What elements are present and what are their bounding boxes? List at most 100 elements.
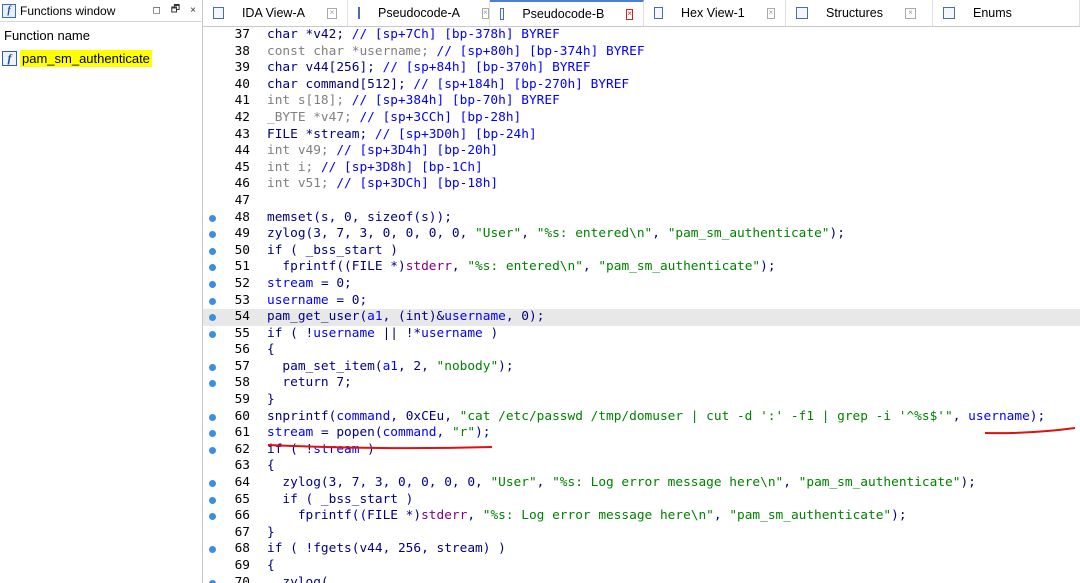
code-token: a1 bbox=[382, 358, 398, 374]
code-token: "pam_sm_authenticate" bbox=[729, 508, 892, 524]
code-token: // [sp+3DCh] [bp-18h] bbox=[336, 176, 499, 192]
code-line[interactable]: 66 fprintf((FILE *)stderr, "%s: Log erro… bbox=[203, 508, 1080, 525]
code-token: return 7; bbox=[267, 375, 352, 391]
tab-hex-view-1[interactable]: Hex View-1 × bbox=[644, 0, 786, 26]
close-window-icon[interactable]: × bbox=[190, 5, 196, 16]
code-line[interactable]: 54 pam_get_user(a1, (int)&username, 0); bbox=[203, 309, 1080, 326]
close-tab-icon[interactable]: × bbox=[482, 7, 489, 19]
code-token: fprintf((FILE *) bbox=[267, 508, 422, 524]
line-number: 39 bbox=[234, 60, 250, 76]
code-line[interactable]: 70 zylog( bbox=[203, 575, 1080, 583]
breakpoint-dot-icon[interactable] bbox=[209, 513, 216, 521]
code-text: int v51; // [sp+3DCh] [bp-18h] bbox=[267, 176, 498, 193]
tab-label: Pseudocode-A bbox=[378, 6, 461, 20]
code-line[interactable]: 49 zylog(3, 7, 3, 0, 0, 0, 0, "User", "%s… bbox=[203, 226, 1080, 243]
breakpoint-dot-icon[interactable] bbox=[209, 247, 216, 255]
code-line[interactable]: 38 const char *username; // [sp+80h] [bp-… bbox=[203, 44, 1080, 61]
close-tab-icon[interactable]: × bbox=[326, 7, 337, 19]
code-line[interactable]: 63 { bbox=[203, 458, 1080, 475]
code-text: fprintf((FILE *)stderr, "%s: entered\n",… bbox=[267, 259, 775, 276]
restore-window-icon[interactable]: 🗗 bbox=[171, 2, 180, 19]
code-token: command bbox=[336, 408, 391, 424]
code-token: stderr bbox=[405, 259, 452, 275]
code-line[interactable]: 61 stream = popen(command, "r"); bbox=[203, 425, 1080, 442]
breakpoint-dot-icon[interactable] bbox=[209, 330, 216, 338]
code-line[interactable]: 69 { bbox=[203, 558, 1080, 575]
code-line[interactable]: 62 if ( !stream ) bbox=[203, 442, 1080, 459]
code-line[interactable]: 45 int i; // [sp+3D8h] [bp-1Ch] bbox=[203, 160, 1080, 177]
close-tab-icon[interactable]: × bbox=[904, 7, 916, 19]
code-token: ); bbox=[475, 425, 491, 441]
tab-pseudocode-b[interactable]: Pseudocode-B × bbox=[490, 0, 644, 26]
code-line[interactable]: 68 if ( !fgets(v44, 256, stream) ) bbox=[203, 541, 1080, 558]
code-token: int v51; bbox=[267, 176, 337, 192]
code-line[interactable]: 65 if ( _bss_start ) bbox=[203, 492, 1080, 509]
code-line[interactable]: 37 char *v42; // [sp+7Ch] [bp-378h] BYREF bbox=[203, 27, 1080, 44]
breakpoint-dot-icon[interactable] bbox=[209, 231, 216, 239]
float-window-icon[interactable]: ◻ bbox=[152, 5, 160, 16]
code-line[interactable]: 46 int v51; // [sp+3DCh] [bp-18h] bbox=[203, 176, 1080, 193]
breakpoint-dot-icon[interactable] bbox=[209, 496, 216, 504]
pseudocode-view[interactable]: 37 char *v42; // [sp+7Ch] [bp-378h] BYREF… bbox=[203, 27, 1080, 583]
code-line[interactable]: 41 int s[18]; // [sp+384h] [bp-70h] BYREF bbox=[203, 93, 1080, 110]
breakpoint-dot-icon[interactable] bbox=[209, 446, 216, 454]
code-line[interactable]: 55 if ( !username || !*username ) bbox=[203, 326, 1080, 343]
tab-enums[interactable]: Enums bbox=[933, 0, 1080, 26]
code-token: { bbox=[267, 558, 275, 573]
breakpoint-dot-icon[interactable] bbox=[209, 430, 216, 438]
breakpoint-dot-icon[interactable] bbox=[209, 214, 216, 222]
tab-structures[interactable]: Structures × bbox=[786, 0, 933, 26]
code-token: } bbox=[267, 524, 275, 540]
breakpoint-dot-icon[interactable] bbox=[209, 264, 216, 272]
code-token: ) bbox=[482, 325, 499, 341]
code-line[interactable]: 40 char command[512]; // [sp+184h] [bp-27… bbox=[203, 77, 1080, 94]
code-token: FILE *stream; bbox=[267, 126, 375, 142]
code-token: , 0); bbox=[505, 309, 545, 325]
code-line[interactable]: 57 pam_set_item(a1, 2, "nobody"); bbox=[203, 359, 1080, 376]
close-tab-icon[interactable]: × bbox=[766, 7, 775, 19]
breakpoint-dot-icon[interactable] bbox=[209, 413, 216, 421]
line-number: 61 bbox=[234, 425, 250, 441]
code-token: stream bbox=[267, 425, 314, 441]
line-number: 49 bbox=[234, 226, 250, 242]
breakpoint-dot-icon[interactable] bbox=[209, 363, 216, 371]
line-number: 58 bbox=[234, 375, 250, 391]
breakpoint-dot-icon[interactable] bbox=[209, 280, 216, 288]
breakpoint-dot-icon[interactable] bbox=[209, 314, 216, 322]
line-number: 45 bbox=[234, 159, 250, 175]
breakpoint-dot-icon[interactable] bbox=[209, 380, 216, 388]
code-line[interactable]: 58 return 7; bbox=[203, 375, 1080, 392]
breakpoint-dot-icon[interactable] bbox=[209, 579, 216, 583]
code-line[interactable]: 56 { bbox=[203, 342, 1080, 359]
code-line[interactable]: 64 zylog(3, 7, 3, 0, 0, 0, 0, "User", "%… bbox=[203, 475, 1080, 492]
code-line[interactable]: 50 if ( _bss_start ) bbox=[203, 243, 1080, 260]
code-line[interactable]: 44 int v49; // [sp+3D4h] [bp-20h] bbox=[203, 143, 1080, 160]
pseudocode-icon bbox=[500, 8, 505, 20]
tab-ida-view-a[interactable]: IDA View-A × bbox=[203, 0, 348, 26]
breakpoint-dot-icon[interactable] bbox=[209, 546, 216, 554]
function-name-column-header[interactable]: Function name bbox=[0, 22, 202, 47]
code-line[interactable]: 39 char v44[256]; // [sp+84h] [bp-370h] B… bbox=[203, 60, 1080, 77]
code-line[interactable]: 52 stream = 0; bbox=[203, 276, 1080, 293]
breakpoint-dot-icon[interactable] bbox=[209, 297, 216, 305]
breakpoint-dot-icon[interactable] bbox=[209, 480, 216, 488]
code-line[interactable]: 67} bbox=[203, 525, 1080, 542]
close-tab-icon[interactable]: × bbox=[626, 8, 633, 20]
code-line[interactable]: 48 memset(s, 0, sizeof(s)); bbox=[203, 210, 1080, 227]
code-line[interactable]: 43 FILE *stream; // [sp+3D0h] [bp-24h] bbox=[203, 127, 1080, 144]
code-token: zylog( bbox=[267, 574, 329, 583]
code-line[interactable]: 60 snprintf(command, 0xCEu, "cat /etc/pas… bbox=[203, 409, 1080, 426]
code-line[interactable]: 59} bbox=[203, 392, 1080, 409]
function-list-item[interactable]: f pam_sm_authenticate bbox=[0, 47, 202, 67]
code-line[interactable]: 42 _BYTE *v47; // [sp+3CCh] [bp-28h] bbox=[203, 110, 1080, 127]
tab-label: Enums bbox=[973, 6, 1012, 20]
code-token: = 0; bbox=[313, 275, 352, 291]
code-text: int i; // [sp+3D8h] [bp-1Ch] bbox=[267, 160, 483, 177]
function-name[interactable]: pam_sm_authenticate bbox=[20, 49, 152, 67]
code-line[interactable]: 47 bbox=[203, 193, 1080, 210]
code-line[interactable]: 53 username = 0; bbox=[203, 293, 1080, 310]
code-token: a1 bbox=[367, 309, 383, 325]
code-line[interactable]: 51 fprintf((FILE *)stderr, "%s: entered\… bbox=[203, 259, 1080, 276]
code-text: stream = popen(command, "r"); bbox=[267, 425, 490, 442]
tab-pseudocode-a[interactable]: Pseudocode-A × bbox=[348, 0, 490, 26]
